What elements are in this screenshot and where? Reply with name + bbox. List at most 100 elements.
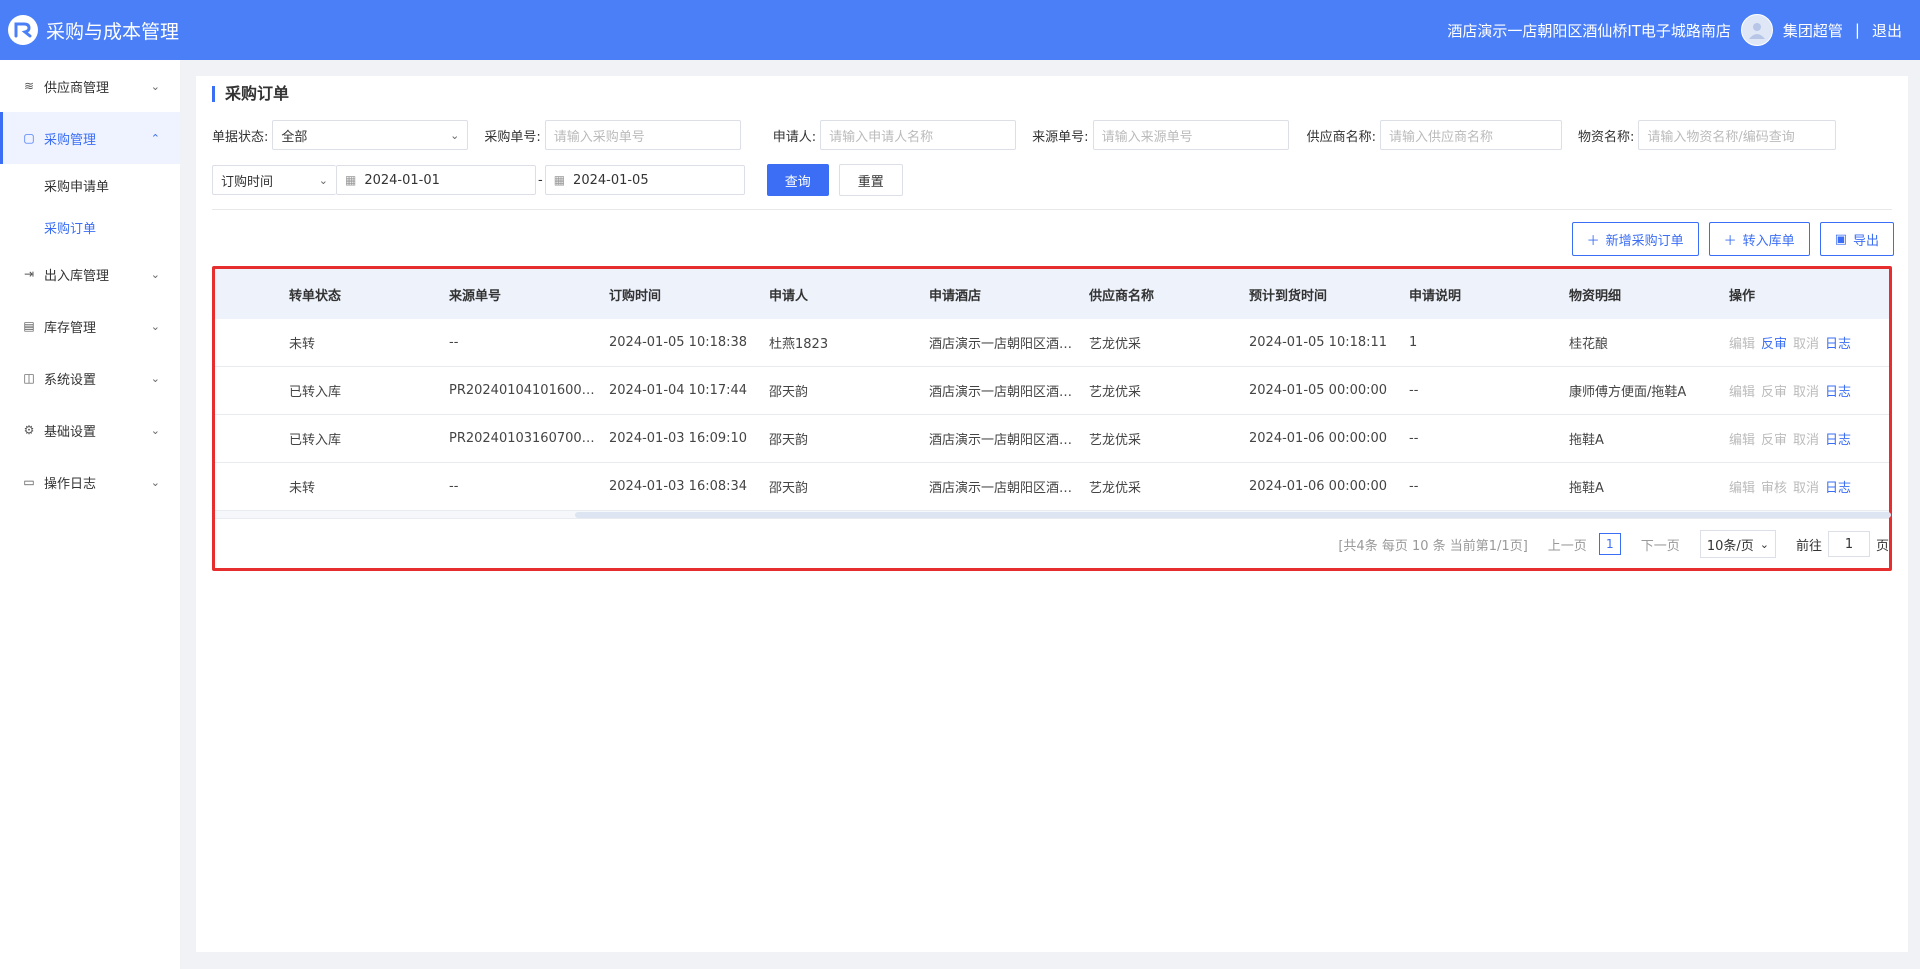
reverse-review-link[interactable]: 反审 bbox=[1761, 333, 1787, 352]
applicant-input[interactable]: 请输入申请人名称 bbox=[820, 120, 1017, 150]
cell-status: 未转 bbox=[289, 337, 316, 352]
reverse-review-link[interactable]: 反审 bbox=[1761, 429, 1787, 448]
sidebar-item-label: 系统设置 bbox=[44, 372, 97, 388]
start-date-value: 2024-01-01 bbox=[364, 172, 440, 188]
cell-supplier: 艺龙优采 bbox=[1089, 433, 1142, 448]
edit-link[interactable]: 编辑 bbox=[1729, 381, 1755, 400]
logout-link[interactable]: 退出 bbox=[1872, 20, 1902, 41]
next-page-button[interactable]: 下一页 bbox=[1641, 535, 1680, 554]
main-panel: 采购订单 单据状态: 全部 ⌄ 采购单号: 请输入采购单号 申请人: 请输入申请… bbox=[196, 76, 1908, 952]
plus-icon: ＋ bbox=[1586, 233, 1600, 249]
material-input[interactable]: 请输入物资名称/编码查询 bbox=[1638, 120, 1837, 150]
page-number-current[interactable]: 1 bbox=[1598, 533, 1621, 555]
cell-status: 未转 bbox=[289, 481, 316, 496]
cell-note: -- bbox=[1409, 479, 1419, 494]
inventory-icon: ▤ bbox=[23, 319, 35, 333]
goto-page-input[interactable]: 1 bbox=[1827, 531, 1870, 557]
cell-time: 2024-01-05 10:18:38 bbox=[609, 335, 748, 350]
end-date-input[interactable]: ▦ 2024-01-05 bbox=[544, 165, 745, 195]
cell-detail: 拖鞋A bbox=[1569, 433, 1604, 448]
inout-icon: ⇥ bbox=[23, 267, 35, 281]
sidebar-item-purchase[interactable]: ▢ 采购管理 ⌃ bbox=[0, 112, 180, 164]
cancel-link[interactable]: 取消 bbox=[1793, 477, 1819, 496]
chevron-down-icon: ⌄ bbox=[150, 475, 160, 489]
edit-link[interactable]: 编辑 bbox=[1729, 333, 1755, 352]
cell-time: 2024-01-03 16:08:34 bbox=[609, 479, 748, 494]
store-name[interactable]: 酒店演示一店朝阳区酒仙桥IT电子城路南店 bbox=[1447, 20, 1731, 41]
header-separator: | bbox=[1854, 21, 1860, 39]
edit-link[interactable]: 编辑 bbox=[1729, 477, 1755, 496]
sidebar-item-supplier[interactable]: ≋ 供应商管理 ⌄ bbox=[0, 60, 180, 112]
sidebar-item-system[interactable]: ◫ 系统设置 ⌄ bbox=[0, 352, 180, 404]
status-select[interactable]: 全部 ⌄ bbox=[272, 120, 469, 150]
sidebar-item-inventory[interactable]: ▤ 库存管理 ⌄ bbox=[0, 300, 180, 352]
sidebar-subitem-purchase-request[interactable]: 采购申请单 bbox=[0, 164, 180, 206]
col-header: 操作 bbox=[1729, 288, 1756, 304]
cancel-link[interactable]: 取消 bbox=[1793, 333, 1819, 352]
sidebar-subitem-purchase-order[interactable]: 采购订单 bbox=[0, 206, 180, 248]
table-row[interactable]: 未转 -- 2024-01-05 10:18:38 杜燕1823 酒店演示一店朝… bbox=[215, 319, 1889, 367]
start-date-input[interactable]: ▦ 2024-01-01 bbox=[336, 165, 536, 195]
action-bar: ＋ 新增采购订单 ＋ 转入库单 ▣ 导出 bbox=[1571, 222, 1894, 256]
logo-icon bbox=[8, 15, 38, 45]
sidebar-item-label: 供应商管理 bbox=[44, 80, 110, 96]
table-row[interactable]: 已转入库 PR20240104101600001 2024-01-04 10:1… bbox=[215, 367, 1889, 415]
cell-hotel: 酒店演示一店朝阳区酒仙桥IT电子城路南店 bbox=[929, 337, 1089, 352]
table-header: 转单状态 来源单号 订购时间 申请人 申请酒店 供应商名称 预计到货时间 申请说… bbox=[215, 269, 1889, 319]
date-type-select[interactable]: 订购时间 ⌄ bbox=[212, 165, 336, 195]
prev-page-button[interactable]: 上一页 bbox=[1548, 535, 1587, 554]
cell-ops: 编辑 反审 取消 日志 bbox=[1729, 333, 1879, 352]
avatar[interactable] bbox=[1740, 14, 1773, 46]
cell-ops: 编辑 审核 取消 日志 bbox=[1729, 477, 1879, 496]
export-label: 导出 bbox=[1852, 233, 1879, 249]
top-header: 采购与成本管理 酒店演示一店朝阳区酒仙桥IT电子城路南店 集团超管 | 退出 bbox=[0, 0, 1920, 60]
cell-detail: 桂花酿 bbox=[1569, 337, 1609, 352]
transfer-button[interactable]: ＋ 转入库单 bbox=[1708, 222, 1810, 256]
material-label: 物资名称: bbox=[1577, 129, 1635, 145]
cell-ops: 编辑 反审 取消 日志 bbox=[1729, 381, 1879, 400]
scroll-thumb[interactable] bbox=[575, 512, 1891, 518]
export-button[interactable]: ▣ 导出 bbox=[1819, 222, 1894, 256]
page-size-value: 10条/页 bbox=[1706, 538, 1754, 554]
sidebar-item-log[interactable]: ▭ 操作日志 ⌄ bbox=[0, 456, 180, 508]
page-size-select[interactable]: 10条/页 ⌄ bbox=[1699, 530, 1776, 558]
log-link[interactable]: 日志 bbox=[1825, 477, 1851, 496]
sidebar-item-label: 操作日志 bbox=[44, 476, 97, 492]
cancel-link[interactable]: 取消 bbox=[1793, 381, 1819, 400]
user-name[interactable]: 集团超管 bbox=[1783, 20, 1843, 41]
po-no-label: 采购单号: bbox=[484, 129, 541, 145]
po-no-input[interactable]: 请输入采购单号 bbox=[544, 120, 741, 150]
end-date-value: 2024-01-05 bbox=[573, 172, 649, 188]
add-order-button[interactable]: ＋ 新增采购订单 bbox=[1571, 222, 1699, 256]
goto-page: 前往 1 页 bbox=[1796, 531, 1889, 557]
chevron-down-icon: ⌄ bbox=[150, 423, 160, 437]
cell-supplier: 艺龙优采 bbox=[1089, 481, 1142, 496]
reset-button[interactable]: 重置 bbox=[838, 164, 903, 196]
status-label: 单据状态: bbox=[212, 129, 269, 145]
query-button[interactable]: 查询 bbox=[766, 164, 829, 196]
edit-link[interactable]: 编辑 bbox=[1729, 429, 1755, 448]
log-link[interactable]: 日志 bbox=[1825, 333, 1851, 352]
cancel-link[interactable]: 取消 bbox=[1793, 429, 1819, 448]
cell-supplier: 艺龙优采 bbox=[1089, 337, 1142, 352]
approve-link[interactable]: 审核 bbox=[1761, 477, 1787, 496]
col-header: 转单状态 bbox=[289, 288, 342, 304]
sidebar-item-inout[interactable]: ⇥ 出入库管理 ⌄ bbox=[0, 248, 180, 300]
horizontal-scrollbar[interactable] bbox=[215, 511, 1891, 519]
table-row[interactable]: 未转 -- 2024-01-03 16:08:34 邵天韵 酒店演示一店朝阳区酒… bbox=[215, 463, 1889, 511]
source-no-input[interactable]: 请输入来源单号 bbox=[1092, 120, 1289, 150]
cell-note: -- bbox=[1409, 431, 1419, 446]
app-logo[interactable]: 采购与成本管理 bbox=[8, 15, 179, 45]
table-row[interactable]: 已转入库 PR20240103160700001 2024-01-03 16:0… bbox=[215, 415, 1889, 463]
sidebar-item-basic[interactable]: ⚙ 基础设置 ⌄ bbox=[0, 404, 180, 456]
filter-row-1: 单据状态: 全部 ⌄ 采购单号: 请输入采购单号 申请人: 请输入申请人名称 来… bbox=[212, 120, 1837, 150]
supplier-input[interactable]: 请输入供应商名称 bbox=[1379, 120, 1562, 150]
log-link[interactable]: 日志 bbox=[1825, 429, 1851, 448]
transfer-label: 转入库单 bbox=[1742, 233, 1795, 249]
chevron-down-icon: ⌄ bbox=[150, 371, 160, 385]
purchase-icon: ▢ bbox=[23, 131, 35, 145]
reverse-review-link[interactable]: 反审 bbox=[1761, 381, 1787, 400]
cell-hotel: 酒店演示一店朝阳区酒仙桥IT电子城路南店 bbox=[929, 385, 1089, 400]
log-link[interactable]: 日志 bbox=[1825, 381, 1851, 400]
date-type-value: 订购时间 bbox=[221, 174, 274, 190]
